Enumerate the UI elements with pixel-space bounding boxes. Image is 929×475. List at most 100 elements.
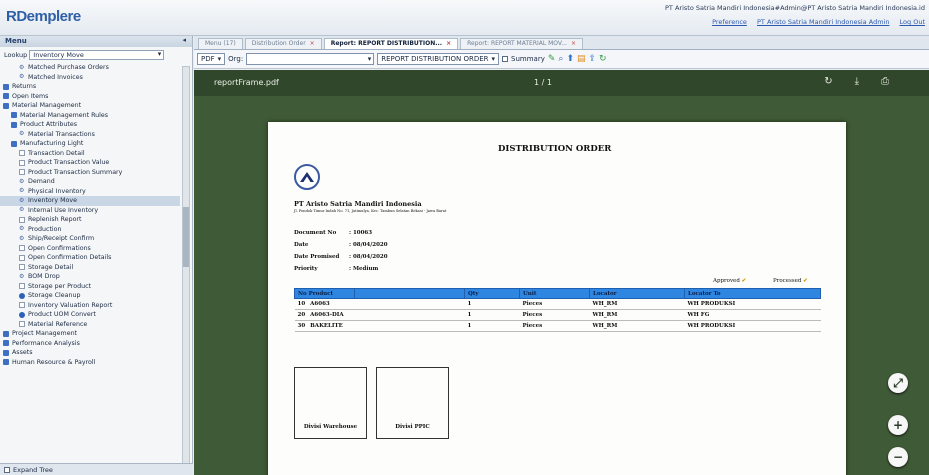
document-icon (19, 216, 25, 223)
table-header-row: No Product Qty Unit Locator Locator To (294, 288, 821, 299)
tree-item-label: Material Reference (28, 320, 88, 328)
rotate-icon[interactable]: ↻ (824, 76, 832, 87)
document-icon (19, 302, 25, 309)
items-table: No Product Qty Unit Locator Locator To 1… (294, 288, 821, 332)
document-meta: Document No: 10063 Date: 08/04/2020 Date… (294, 230, 388, 278)
tree-item[interactable]: Material Management Rules (0, 111, 180, 121)
org-select[interactable]: ▾ (246, 53, 375, 65)
download-icon[interactable]: ⤓ (855, 76, 859, 87)
zoom-out-icon[interactable]: − (888, 447, 908, 467)
fit-page-icon[interactable]: ⤢ (888, 373, 908, 393)
tree-item[interactable]: ⚙ Demand (0, 177, 180, 187)
archive-icon[interactable]: ▤ (577, 54, 586, 64)
collapse-icon[interactable]: ◂ (182, 36, 186, 44)
document-icon (19, 150, 25, 157)
tab[interactable]: Menu (17) (198, 38, 243, 49)
tree-item[interactable]: Open Confirmations (0, 244, 180, 254)
scroll-thumb[interactable] (183, 207, 189, 267)
tree-item[interactable]: Open Confirmation Details (0, 253, 180, 263)
edit-icon[interactable]: ✎ (548, 54, 556, 64)
tab[interactable]: Report: REPORT MATERIAL MOV... × (460, 38, 583, 49)
tree-item[interactable]: ⚙ BOM Drop (0, 272, 180, 282)
cell-locator-to: WH PRODUKSI (684, 320, 821, 332)
tree-item[interactable]: Assets (0, 348, 180, 358)
tree-item[interactable]: ⚙ Inventory Move (0, 196, 180, 206)
table-row: 10 A6063 1 Pieces WH_RM WH PRODUKSI (294, 298, 821, 310)
tree-item[interactable]: Manufacturing Light (0, 139, 180, 149)
tree-item[interactable]: Material Management (0, 101, 180, 111)
tree-item[interactable]: Transaction Detail (0, 149, 180, 159)
tree-item[interactable]: Product Transaction Summary (0, 168, 180, 178)
tree-item[interactable]: ⚙ Matched Purchase Orders (0, 63, 180, 73)
logout-link[interactable]: Log Out (900, 18, 925, 26)
report-icon (19, 311, 25, 318)
tree-item-label: Transaction Detail (28, 149, 85, 157)
col-locator-to: Locator To (684, 288, 821, 299)
tree-item-label: Product Attributes (20, 121, 77, 129)
app-header: RDemplere PT Aristo Satria Mandiri Indon… (0, 0, 929, 36)
report-select[interactable]: REPORT DISTRIBUTION ORDER ▾ (377, 53, 500, 65)
tree-item[interactable]: ⚙ Material Transactions (0, 130, 180, 140)
tree-item[interactable]: Project Management (0, 329, 180, 339)
tree-item-label: Human Resource & Payroll (12, 358, 96, 366)
menu-header[interactable]: Menu ◂ (0, 36, 192, 47)
expand-tree-checkbox[interactable] (4, 466, 10, 473)
org-label: Org: (228, 55, 244, 63)
tree-item[interactable]: Product Attributes (0, 120, 180, 130)
cell-qty: 1 (464, 320, 520, 332)
tab[interactable]: Distribution Order × (244, 38, 322, 49)
summary-checkbox[interactable] (502, 56, 509, 62)
folder-icon (3, 340, 9, 347)
process-icon: ⚙ (19, 272, 25, 280)
tree-item[interactable]: ⚙ Matched Invoices (0, 73, 180, 83)
tree-item-label: Product UOM Convert (28, 311, 96, 319)
close-icon[interactable]: × (310, 40, 315, 47)
tree-item[interactable]: Open Items (0, 92, 180, 102)
tab[interactable]: Report: REPORT DISTRIBUTION... × (323, 38, 459, 49)
tree-item[interactable]: Product UOM Convert (0, 310, 180, 320)
tree-item[interactable]: Storage Cleanup (0, 291, 180, 301)
format-select[interactable]: PDF ▾ (197, 53, 226, 65)
tree-item[interactable]: Returns (0, 82, 180, 92)
document-icon (19, 245, 25, 252)
tree-item-label: Replenish Report (28, 216, 82, 224)
tree-item[interactable]: Performance Analysis (0, 339, 180, 349)
upload-icon[interactable]: ⬆ (566, 54, 574, 64)
tree-item[interactable]: Storage per Product (0, 282, 180, 292)
print-icon[interactable]: ⎙ (881, 76, 889, 87)
menu-scrollbar[interactable] (182, 66, 190, 471)
meta-row: Date: 08/04/2020 (294, 242, 388, 248)
meta-row: Document No: 10063 (294, 230, 373, 236)
col-unit: Unit (519, 288, 590, 299)
document-icon (19, 254, 25, 261)
tree-item[interactable]: ⚙ Physical Inventory (0, 187, 180, 197)
close-icon[interactable]: × (571, 40, 576, 47)
tree-item-label: Manufacturing Light (20, 140, 84, 148)
tree-item[interactable]: Material Reference (0, 320, 180, 330)
tree-item[interactable]: Replenish Report (0, 215, 180, 225)
tree-item[interactable]: ⚙ Production (0, 225, 180, 235)
tree-item[interactable]: ⚙ Internal Use Inventory (0, 206, 180, 216)
preference-link[interactable]: Preference (712, 18, 747, 26)
tree-item[interactable]: Inventory Valuation Report (0, 301, 180, 311)
pdf-actions: ↻ ⤓ ⎙ (824, 76, 889, 87)
tree-item[interactable]: ⚙ Ship/Receipt Confirm (0, 234, 180, 244)
lookup-select[interactable]: Inventory Move (29, 50, 165, 60)
tree-item[interactable]: Storage Detail (0, 263, 180, 273)
folder-icon (3, 359, 9, 366)
tree-item[interactable]: Product Transaction Value (0, 158, 180, 168)
tab-label: Menu (17) (205, 40, 236, 47)
meta-row: Priority: Medium (294, 266, 379, 272)
signature-box-warehouse: Divisi Warehouse (294, 367, 367, 439)
document-icon (19, 169, 25, 176)
zoom-in-icon[interactable]: + (888, 415, 908, 435)
document-title: DISTRIBUTION ORDER (498, 144, 612, 154)
meta-row: Date Promised: 08/04/2020 (294, 254, 388, 260)
user-role-link[interactable]: PT Aristo Satria Mandiri Indonesia Admin (757, 18, 889, 26)
tree-item[interactable]: Human Resource & Payroll (0, 358, 180, 368)
cell-locator: WH_RM (589, 320, 685, 332)
close-icon[interactable]: × (446, 40, 451, 47)
export-icon[interactable]: ⇪ (589, 54, 597, 64)
search-icon[interactable]: ⌕ (558, 54, 563, 64)
refresh-icon[interactable]: ↻ (599, 54, 607, 64)
